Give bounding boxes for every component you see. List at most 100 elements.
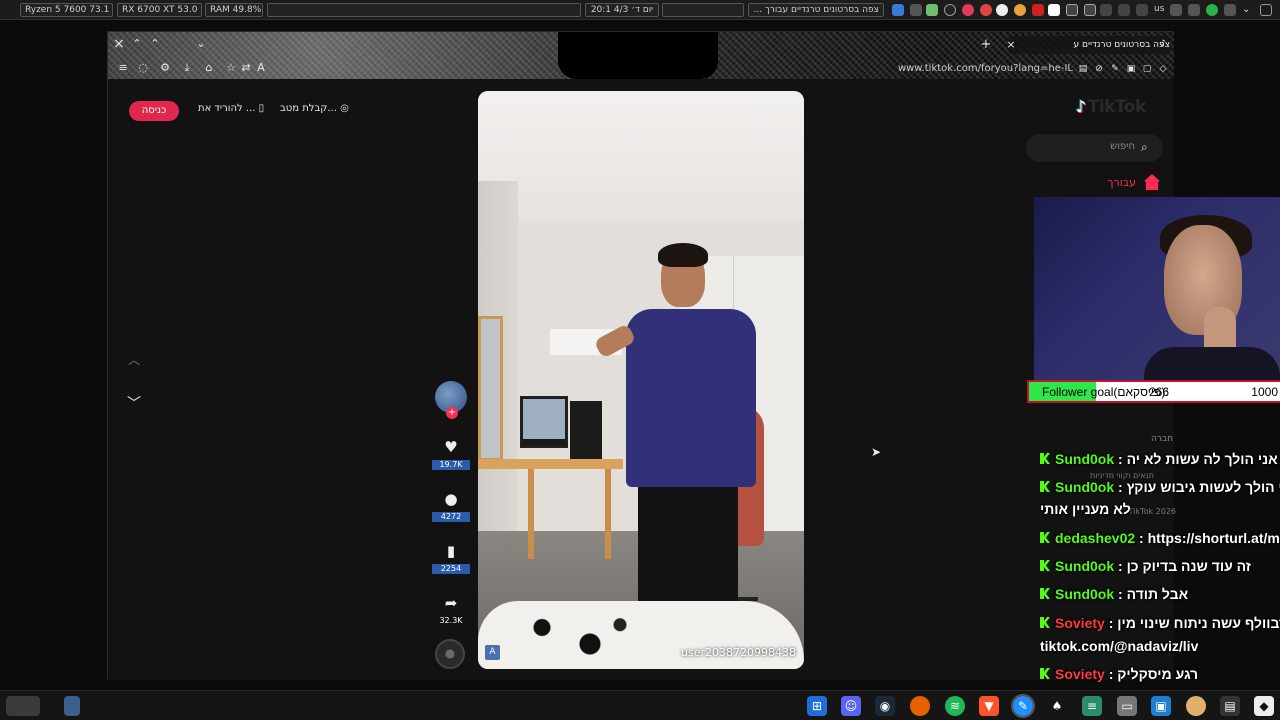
bluetooth-icon[interactable] (1100, 4, 1112, 16)
discord-icon[interactable]: ☺ (841, 696, 861, 716)
tray-app-icon[interactable] (1032, 4, 1044, 16)
music-disc-icon[interactable] (435, 639, 465, 669)
url-bar[interactable]: www.tiktok.com/foryou?lang=he-IL (848, 61, 1073, 77)
chat-message: Soviety : נדבוולף עשה ניתוח שינוי מין? (1040, 614, 1280, 632)
language-icon[interactable]: A (254, 61, 268, 75)
follow-plus-icon[interactable]: + (446, 407, 458, 419)
comment-icon[interactable]: ● (439, 489, 463, 509)
search-input[interactable]: חיפוש ⌕ (1026, 134, 1163, 162)
translate-icon[interactable]: ⇄ (239, 61, 253, 75)
store-icon[interactable]: ▣ (1151, 696, 1171, 716)
search-icon[interactable]: ⌕ (1141, 140, 1155, 154)
heart-icon[interactable]: ♥ (439, 437, 463, 457)
chevron-up-icon[interactable]: ⌃ (130, 37, 144, 51)
brave-icon[interactable]: ▼ (979, 696, 999, 716)
close-window-icon[interactable]: × (112, 37, 126, 51)
video-frame (523, 399, 565, 439)
chat-message: לא מעניין אותי (1040, 500, 1280, 518)
tray-app-icon[interactable] (1048, 4, 1060, 16)
block-icon[interactable]: ⊘ (1092, 62, 1106, 76)
cpu-monitor: Ryzen 5 7600 73.1 °C (20, 3, 113, 17)
chat-text: tiktok.com/@nadaviz/liv (1040, 638, 1199, 654)
volume-icon[interactable] (1170, 4, 1182, 16)
chevron-down-icon[interactable]: ⌄ (194, 37, 208, 51)
previous-video-icon[interactable]: ︿ (128, 351, 142, 367)
app-icon[interactable] (1186, 696, 1206, 716)
next-video-icon[interactable]: ﹀ (127, 393, 141, 412)
translate-icon[interactable]: A (485, 645, 500, 660)
chat-message: Soviety : רגע מיסקליק (1040, 665, 1280, 683)
shield-icon[interactable]: ◇ (1156, 62, 1170, 76)
tray-app-icon[interactable] (926, 4, 938, 16)
extension-icon[interactable]: ▣ (1124, 62, 1138, 76)
login-button[interactable]: כניסה (129, 101, 179, 121)
bookmark-icon[interactable]: ▮ (439, 541, 463, 561)
clock[interactable]: 20:1 יום ד׳ 4/3 (585, 3, 659, 17)
close-tab-icon[interactable]: × (1004, 38, 1018, 52)
obs-icon[interactable] (944, 4, 956, 16)
active-window-title[interactable]: צפה בסרטונים טרנדיים עבורך ... (748, 3, 884, 17)
home-icon[interactable]: ⌂ (202, 61, 216, 75)
video-frame (518, 611, 638, 666)
video-player[interactable]: A user2038720998438 (478, 91, 804, 669)
get-coins-link[interactable]: קבלת מטב... ◎ (280, 103, 349, 114)
start-menu-icon[interactable]: ⊞ (807, 696, 827, 716)
chat-username: Sund0ok (1055, 586, 1115, 602)
keyboard-layout[interactable]: us (1150, 3, 1168, 17)
reader-icon[interactable]: ▤ (1076, 62, 1090, 76)
system-panel: Ryzen 5 7600 73.1 °C RX 6700 XT 53.0 °C … (0, 0, 1280, 20)
video-frame (478, 91, 804, 226)
terminal-icon[interactable]: ▤ (1220, 696, 1240, 716)
media-icon[interactable] (1066, 4, 1078, 16)
nav-item-foryou[interactable]: עבורך (1088, 173, 1164, 193)
video-author[interactable]: user2038720998438 (681, 646, 796, 659)
video-frame (528, 469, 534, 559)
layers-icon[interactable]: ≡ (1082, 696, 1102, 716)
share-icon[interactable]: ➦ (439, 593, 463, 613)
download-app-link[interactable]: להוריד את ... ▯ (198, 103, 264, 114)
window-switcher[interactable] (662, 3, 744, 17)
get-coins-label: קבלת מטב... (280, 103, 337, 114)
tiktok-logo[interactable]: ♪ TikTok (1076, 97, 1160, 119)
new-tab-button[interactable]: + (979, 38, 993, 52)
tray-app-icon[interactable] (892, 4, 904, 16)
record-icon[interactable] (962, 4, 974, 16)
clipboard-icon[interactable] (1084, 4, 1096, 16)
gear-icon[interactable]: ⚙ (158, 61, 172, 75)
firefox-icon[interactable] (910, 696, 930, 716)
tiktok-page: כניסה להוריד את ... ▯ קבלת מטב... ◎ ♪ Tik… (108, 79, 1176, 680)
task-window-button[interactable] (64, 696, 80, 716)
menu-icon[interactable]: ≡ (116, 61, 130, 75)
star-icon[interactable]: ☆ (224, 61, 238, 75)
files-icon[interactable]: ▭ (1117, 696, 1137, 716)
tray-app-icon[interactable] (1206, 4, 1218, 16)
taskbar: ⊞ ☺ ◉ ≋ ▼ ✎ ♠ ≡ ▭ ▣ ▤ ◆ (0, 690, 1280, 720)
settings-icon[interactable] (1136, 4, 1148, 16)
obs-taskbar-icon[interactable]: ◆ (1254, 696, 1274, 716)
spotify-icon[interactable]: ≋ (945, 696, 965, 716)
browser-active-icon[interactable]: ✎ (1011, 694, 1035, 718)
tab-tiktok[interactable]: צפה בסרטונים טרנדיים ע (1008, 36, 1170, 54)
chat-message: dedashev02 : https://shorturl.at/mJZOB (1040, 529, 1280, 547)
tray-app-icon[interactable] (1014, 4, 1026, 16)
window-maximize-icon[interactable] (1260, 4, 1272, 16)
chat-message: Sund0ok : אבל תודה (1040, 585, 1280, 603)
extension-icon[interactable]: ✎ (1108, 62, 1122, 76)
workspace-bar[interactable] (267, 3, 581, 17)
download-icon[interactable]: ⤓ (180, 61, 194, 75)
tray-app-icon[interactable] (980, 4, 992, 16)
power-icon[interactable] (1224, 4, 1236, 16)
workspace-pager[interactable] (6, 696, 40, 716)
tray-app-icon[interactable] (910, 4, 922, 16)
inkscape-icon[interactable]: ♠ (1047, 696, 1067, 716)
steam-icon[interactable]: ◉ (875, 696, 895, 716)
steam-tray-icon[interactable] (996, 4, 1008, 16)
chevron-down-icon[interactable]: ⌄ (1242, 4, 1254, 16)
network-icon[interactable] (1118, 4, 1130, 16)
chevron-up-icon[interactable]: ⌃ (148, 37, 162, 51)
reload-icon[interactable]: ◌ (136, 61, 150, 75)
display-icon[interactable] (1188, 4, 1200, 16)
kick-badge-icon (1040, 532, 1050, 543)
lock-icon[interactable]: ▢ (1140, 62, 1154, 76)
kick-badge-icon (1040, 481, 1050, 492)
